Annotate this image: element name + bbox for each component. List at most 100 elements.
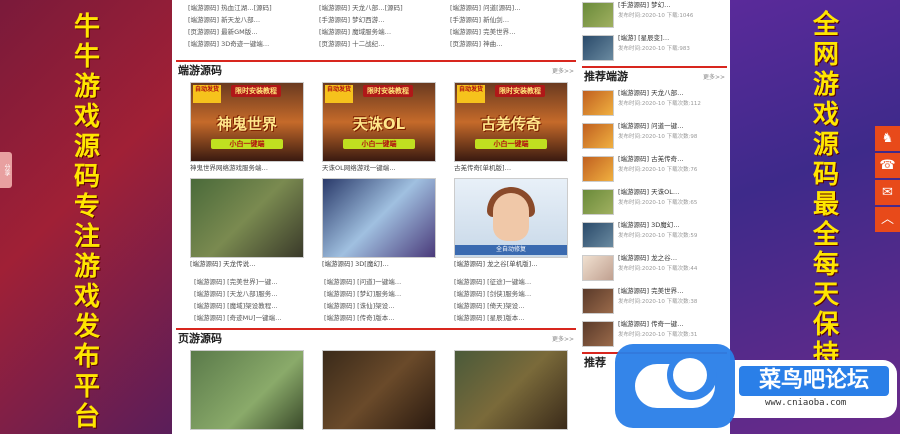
game-caption[interactable]: 天诛OL网络游戏一键端… xyxy=(322,162,436,174)
news-link[interactable]: [页游源码] 十二战纪… xyxy=(319,38,444,50)
game-thumbnail[interactable] xyxy=(190,350,304,430)
game-caption[interactable]: [端游源码] 3D[魔幻]… xyxy=(322,258,436,270)
sidebar-thumbnail[interactable] xyxy=(582,288,614,314)
news-link[interactable]: [页游源码] 最新GM版… xyxy=(188,26,313,38)
news-link[interactable]: [端游源码] 魔域服务端… xyxy=(319,26,444,38)
sidebar-thumbnail[interactable] xyxy=(582,2,614,28)
game-thumbnail[interactable] xyxy=(322,178,436,258)
left-banner-char: 游 xyxy=(73,252,100,282)
sidebar-item-name[interactable]: [端游源码] 传奇一键… xyxy=(618,319,723,330)
game-card[interactable]: 全自动修复 [端游源码] 龙之谷[单机版]… xyxy=(454,178,568,270)
list-link[interactable]: [端游源码] [问道]一键端… xyxy=(324,276,444,288)
sidebar-item-name[interactable]: [端游] [星辰变]… xyxy=(618,33,723,44)
sidebar-item[interactable]: [端游] [星辰变]… 发布时间:2020-10 下载:983 xyxy=(582,33,727,63)
sidebar-thumbnail[interactable] xyxy=(582,255,614,281)
sidebar-thumbnail[interactable] xyxy=(582,90,614,116)
news-link[interactable]: [页游源码] 神曲… xyxy=(450,38,575,50)
news-link[interactable]: [手游源码] 新仙剑… xyxy=(450,14,575,26)
game-thumbnail[interactable]: 自动发货 限时安装教程 古羌传奇 小白一键端 xyxy=(454,82,568,162)
tutorial-badge: 限时安装教程 xyxy=(363,85,413,97)
game-card[interactable] xyxy=(190,350,304,430)
game-thumbnail[interactable]: 自动发货 限时安装教程 天诛OL 小白一键端 xyxy=(322,82,436,162)
game-card[interactable]: [端游源码] 天龙传说… xyxy=(190,178,304,270)
game-caption[interactable]: 古羌传奇[单机版]… xyxy=(454,162,568,174)
one-click-label: 小白一键端 xyxy=(475,139,547,149)
top-news-col-3: [端游源码] 问道[源码]… [手游源码] 新仙剑… [端游源码] 完美世界… … xyxy=(450,2,575,50)
back-to-top-icon[interactable]: ︿ xyxy=(875,207,900,232)
sidebar-text: [端游源码] 完美世界… 发布时间:2020-10 下载次数:38 xyxy=(618,286,723,316)
sidebar-thumbnail[interactable] xyxy=(582,123,614,149)
game-card[interactable]: [端游源码] 3D[魔幻]… xyxy=(322,178,436,270)
list-link[interactable]: [端游源码] [完美世界]一键… xyxy=(194,276,314,288)
list-link[interactable]: [端游源码] [魔域]架设教程… xyxy=(194,300,314,312)
sidebar-text: [端游源码] 龙之谷… 发布时间:2020-10 下载次数:44 xyxy=(618,253,723,283)
news-link[interactable]: [端游源码] 问道[源码]… xyxy=(450,2,575,14)
section-title: 推荐 xyxy=(584,356,606,369)
game-card[interactable]: 自动发货 限时安装教程 神鬼世界 小白一键端 神鬼世界网络游戏服务端… xyxy=(190,82,304,174)
game-caption[interactable]: [端游源码] 龙之谷[单机版]… xyxy=(454,258,568,270)
chat-icon[interactable]: ✉ xyxy=(875,180,900,205)
sidebar-item-name[interactable]: [端游源码] 龙之谷… xyxy=(618,253,723,264)
sidebar-thumbnail[interactable] xyxy=(582,321,614,347)
game-caption[interactable]: 神鬼世界网络游戏服务端… xyxy=(190,162,304,174)
more-link[interactable]: 更多>> xyxy=(552,66,574,75)
sidebar-item-name[interactable]: [端游源码] 天龙八部… xyxy=(618,88,723,99)
left-banner-char: 专 xyxy=(73,192,100,222)
qq-contact-icon[interactable]: ♞ xyxy=(875,126,900,151)
sidebar-item[interactable]: [端游源码] 龙之谷… 发布时间:2020-10 下载次数:44 xyxy=(582,253,727,283)
list-link[interactable]: [端游源码] [传奇]版本… xyxy=(324,312,444,324)
list-link[interactable]: [端游源码] [诛仙]架设… xyxy=(324,300,444,312)
news-link[interactable]: [端游源码] 3D奇迹一键端… xyxy=(188,38,313,50)
game-thumbnail[interactable] xyxy=(190,178,304,258)
sidebar-thumbnail[interactable] xyxy=(582,189,614,215)
news-link[interactable]: [端游源码] 热血江湖…[源码] xyxy=(188,2,313,14)
one-click-label: 小白一键端 xyxy=(211,139,283,149)
game-thumbnail[interactable] xyxy=(322,350,436,430)
news-link[interactable]: [端游源码] 新天龙八部… xyxy=(188,14,313,26)
list-link[interactable]: [端游源码] [倚天]架设… xyxy=(454,300,574,312)
sidebar-item-name[interactable]: [端游源码] 3D魔幻… xyxy=(618,220,723,231)
list-link[interactable]: [端游源码] [梦幻]服务端… xyxy=(324,288,444,300)
list-link[interactable]: [端游源码] [征途]一键端… xyxy=(454,276,574,288)
news-link[interactable]: [端游源码] 天龙八部…[源码] xyxy=(319,2,444,14)
sidebar-item-name[interactable]: [端游源码] 天诛OL… xyxy=(618,187,723,198)
news-link[interactable]: [手游源码] 梦幻西游… xyxy=(319,14,444,26)
list-link[interactable]: [端游源码] [星辰]版本… xyxy=(454,312,574,324)
game-thumbnail[interactable]: 全自动修复 xyxy=(454,178,568,258)
sidebar-item-name[interactable]: [手游源码] 梦幻… xyxy=(618,0,723,11)
list-link[interactable]: [端游源码] [奇迹MU]一键端… xyxy=(194,312,314,324)
game-caption[interactable]: [端游源码] 天龙传说… xyxy=(190,258,304,270)
sidebar-item-meta: 发布时间:2020-10 下载:1046 xyxy=(618,13,694,19)
sidebar-item[interactable]: [端游源码] 问道一键… 发布时间:2020-10 下载次数:98 xyxy=(582,121,727,151)
floating-toolbar: ♞ ☎ ✉ ︿ xyxy=(875,126,900,234)
news-link[interactable]: [端游源码] 完美世界… xyxy=(450,26,575,38)
sidebar-item[interactable]: [端游源码] 完美世界… 发布时间:2020-10 下载次数:38 xyxy=(582,286,727,316)
more-link[interactable]: 更多>> xyxy=(552,334,574,343)
sidebar-item-name[interactable]: [端游源码] 古羌传奇… xyxy=(618,154,723,165)
sidebar-item[interactable]: [端游源码] 古羌传奇… 发布时间:2020-10 下载次数:76 xyxy=(582,154,727,184)
game-card[interactable] xyxy=(454,350,568,430)
sidebar-thumbnail[interactable] xyxy=(582,222,614,248)
sidebar-item[interactable]: [端游源码] 3D魔幻… 发布时间:2020-10 下载次数:59 xyxy=(582,220,727,250)
duanyou-list: [端游源码] [完美世界]一键… [端游源码] [天龙八部]服务… [端游源码]… xyxy=(176,270,576,324)
sidebar-item-name[interactable]: [端游源码] 完美世界… xyxy=(618,286,723,297)
game-card[interactable]: 自动发货 限时安装教程 古羌传奇 小白一键端 古羌传奇[单机版]… xyxy=(454,82,568,174)
sidebar-item[interactable]: [端游源码] 天诛OL… 发布时间:2020-10 下载次数:65 xyxy=(582,187,727,217)
share-side-tab[interactable]: 分享 xyxy=(0,152,12,188)
list-link[interactable]: [端游源码] [天龙八部]服务… xyxy=(194,288,314,300)
sidebar-thumbnail[interactable] xyxy=(582,156,614,182)
sidebar-item[interactable]: [手游源码] 梦幻… 发布时间:2020-10 下载:1046 xyxy=(582,0,727,30)
game-card[interactable]: 自动发货 限时安装教程 天诛OL 小白一键端 天诛OL网络游戏一键端… xyxy=(322,82,436,174)
list-link[interactable]: [端游源码] [剑侠]服务端… xyxy=(454,288,574,300)
game-card[interactable] xyxy=(322,350,436,430)
sidebar-thumbnail[interactable] xyxy=(582,35,614,61)
game-thumbnail[interactable] xyxy=(454,350,568,430)
game-thumbnail[interactable]: 自动发货 限时安装教程 神鬼世界 小白一键端 xyxy=(190,82,304,162)
sidebar-item[interactable]: [端游源码] 天龙八部… 发布时间:2020-10 下载次数:112 xyxy=(582,88,727,118)
sidebar-item-name[interactable]: [端游源码] 问道一键… xyxy=(618,121,723,132)
more-link[interactable]: 更多>> xyxy=(703,72,725,81)
left-banner-char: 源 xyxy=(73,132,100,162)
sidebar-item-meta: 发布时间:2020-10 下载次数:76 xyxy=(618,167,698,173)
sidebar: [手游源码] 梦幻… 发布时间:2020-10 下载:1046 [端游] [星辰… xyxy=(582,0,727,370)
phone-icon[interactable]: ☎ xyxy=(875,153,900,178)
